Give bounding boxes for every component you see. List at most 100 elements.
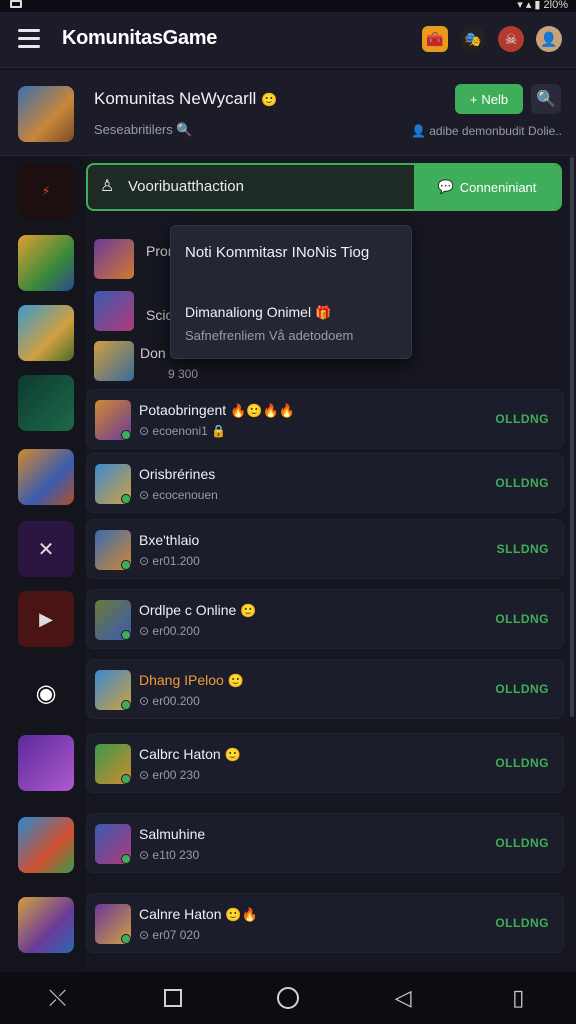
row-status: SLLDNG	[496, 542, 549, 556]
row-title-text: Dhang IPeloo	[139, 672, 224, 688]
row-sub-text: ecoenoni1	[152, 424, 208, 438]
row-status: OLLDNG	[495, 756, 549, 770]
sidebar-game-11[interactable]	[18, 897, 74, 953]
search-bar[interactable]: ♙ Vooribuatthaction 💬 Conneniniant	[86, 163, 562, 211]
user-avatar-icon[interactable]: 👤	[536, 26, 562, 52]
gift-icon: 🎁	[314, 305, 332, 320]
sidebar-game-3[interactable]	[18, 305, 74, 361]
popup-line2: Safnefrenliem Vå adetodoem	[185, 328, 354, 343]
status-indicators: ▾ ▴ ▮ 2l0%	[517, 0, 568, 11]
list-item[interactable]: Bxe'thlaio ⊙ er01.200 SLLDNG	[86, 519, 564, 579]
sidebar-game-2[interactable]	[18, 235, 74, 291]
smile-icon: 🙂	[224, 747, 241, 762]
app-bar: KomunitasGame 🧰 🎭 ☠ 👤	[0, 12, 576, 68]
community-subtitle-text: Seseabritilers	[94, 122, 173, 137]
row-sub: ⊙ ecoenoni1 🔒	[139, 424, 226, 438]
app-title: KomunitasGame	[62, 27, 218, 49]
back-button[interactable]: ◁	[383, 978, 423, 1018]
row-sub-text: er00.200	[152, 624, 200, 638]
partial-row-thumb-2[interactable]	[94, 291, 134, 331]
status-dot-icon: ⊙	[139, 554, 150, 568]
online-badge	[121, 494, 131, 504]
sidebar-game-1[interactable]: ⚡	[18, 163, 74, 219]
sidebar-game-10[interactable]	[18, 817, 74, 873]
partial-row-sub-3: 9 300	[168, 367, 199, 381]
sidebar-game-6[interactable]: ✕	[18, 521, 74, 577]
row-title: Dhang IPeloo 🙂	[139, 672, 244, 689]
community-title-text: Komunitas NeWycarll	[94, 89, 257, 108]
list-item[interactable]: Ordlpe c Online 🙂 ⊙ er00.200 OLLDNG	[86, 589, 564, 649]
home-button[interactable]	[268, 978, 308, 1018]
row-status: OLLDNG	[495, 682, 549, 696]
row-title-text: Potaobringent	[139, 402, 227, 418]
community-meta: 👤 adibe demonbudit Dolie..	[411, 124, 562, 138]
community-button[interactable]: 💬 Conneniniant	[414, 165, 560, 209]
sidebar: ⚡ ✕ ▶ ◉	[0, 157, 86, 972]
list-item[interactable]: Salmuhine ⊙ e1t0 230 OLLDNG	[86, 813, 564, 873]
search-button[interactable]: 🔍	[531, 84, 561, 114]
row-title: Calbrc Haton 🙂	[139, 746, 241, 763]
list-item[interactable]: Orisbrérines ⊙ ecocenouen OLLDNG	[86, 453, 564, 513]
row-sub-text: ecocenouen	[152, 488, 218, 502]
appbar-icons: 🧰 🎭 ☠ 👤	[422, 26, 562, 52]
gesture-icon[interactable]: ⤬	[38, 978, 78, 1018]
lock-icon: 🔒	[211, 424, 227, 438]
list-item[interactable]: Dhang IPeloo 🙂 ⊙ er00.200 OLLDNG	[86, 659, 564, 719]
sidebar-game-9[interactable]	[18, 735, 74, 791]
community-button-label: Conneniniant	[459, 179, 537, 195]
row-status: OLLDNG	[495, 612, 549, 626]
row-sub-text: e1t0 230	[152, 848, 200, 862]
list-item[interactable]: Calbrc Haton 🙂 ⊙ er00 230 OLLDNG	[86, 733, 564, 793]
pirate-avatar-icon[interactable]: ☠	[498, 26, 524, 52]
row-status: OLLDNG	[495, 836, 549, 850]
row-status: OLLDNG	[495, 476, 549, 490]
row-title: Calnre Haton 🙂🔥	[139, 906, 258, 923]
online-badge	[121, 774, 131, 784]
plus-icon: +	[469, 91, 478, 107]
row-sub: ⊙ er07 020	[139, 928, 200, 942]
row-sub-text: er01.200	[152, 554, 200, 568]
status-dot-icon: ⊙	[139, 848, 150, 862]
new-button[interactable]: + Nelb	[455, 84, 523, 114]
partial-row-thumb-1[interactable]	[94, 239, 134, 279]
list-item[interactable]: Potaobringent 🔥🙂🔥🔥 ⊙ ecoenoni1 🔒 OLLDNG	[86, 389, 564, 449]
user-icon: 👤	[410, 124, 426, 138]
sidebar-game-8[interactable]: ◉	[18, 665, 74, 721]
chest-icon[interactable]: 🧰	[422, 26, 448, 52]
row-sub: ⊙ er00 230	[139, 768, 200, 782]
sidebar-game-7[interactable]: ▶	[18, 591, 74, 647]
partial-row-title-1: Pror	[146, 243, 173, 259]
partial-row-thumb-3[interactable]	[94, 341, 134, 381]
row-title-text: Calnre Haton	[139, 906, 222, 922]
row-sub: ⊙ e1t0 230	[139, 848, 199, 862]
popup-line1: Dimanaliong Onimel 🎁	[185, 304, 331, 321]
row-title: Ordlpe c Online 🙂	[139, 602, 256, 619]
search-icon[interactable]: 🔍	[176, 122, 192, 137]
row-sub: ⊙ er00.200	[139, 624, 200, 638]
status-dot-icon: ⊙	[139, 694, 150, 708]
online-badge	[121, 630, 131, 640]
row-title: Salmuhine	[139, 826, 206, 842]
row-sub: ⊙ er00.200	[139, 694, 200, 708]
smile-icon: 🙂	[240, 603, 257, 618]
sidebar-game-5[interactable]	[18, 449, 74, 505]
search-text[interactable]: Vooribuatthaction	[128, 178, 244, 195]
row-title: Orisbrérines	[139, 466, 216, 482]
community-header: Komunitas NeWycarll 🙂 Seseabritilers 🔍 👤…	[0, 70, 576, 156]
row-sub-text: er00.200	[152, 694, 200, 708]
community-avatar	[18, 86, 74, 142]
mask-icon[interactable]: 🎭	[460, 26, 486, 52]
menu-icon[interactable]	[18, 29, 40, 48]
scrollbar[interactable]	[570, 157, 574, 717]
reaction-icons: 🙂🔥	[225, 907, 258, 922]
recents-button[interactable]	[153, 978, 193, 1018]
row-status: OLLDNG	[495, 412, 549, 426]
community-title: Komunitas NeWycarll 🙂	[94, 89, 277, 109]
partial-row-title-3: Don	[140, 345, 166, 361]
notification-popup[interactable]: Noti Kommitasr INoNis Tiog Dimanaliong O…	[170, 225, 412, 359]
sidebar-game-4[interactable]	[18, 375, 74, 431]
community-subtitle: Seseabritilers 🔍	[94, 122, 193, 138]
rotate-icon[interactable]: ▯	[498, 978, 538, 1018]
status-dot-icon: ⊙	[139, 424, 150, 438]
list-item[interactable]: Calnre Haton 🙂🔥 ⊙ er07 020 OLLDNG	[86, 893, 564, 953]
